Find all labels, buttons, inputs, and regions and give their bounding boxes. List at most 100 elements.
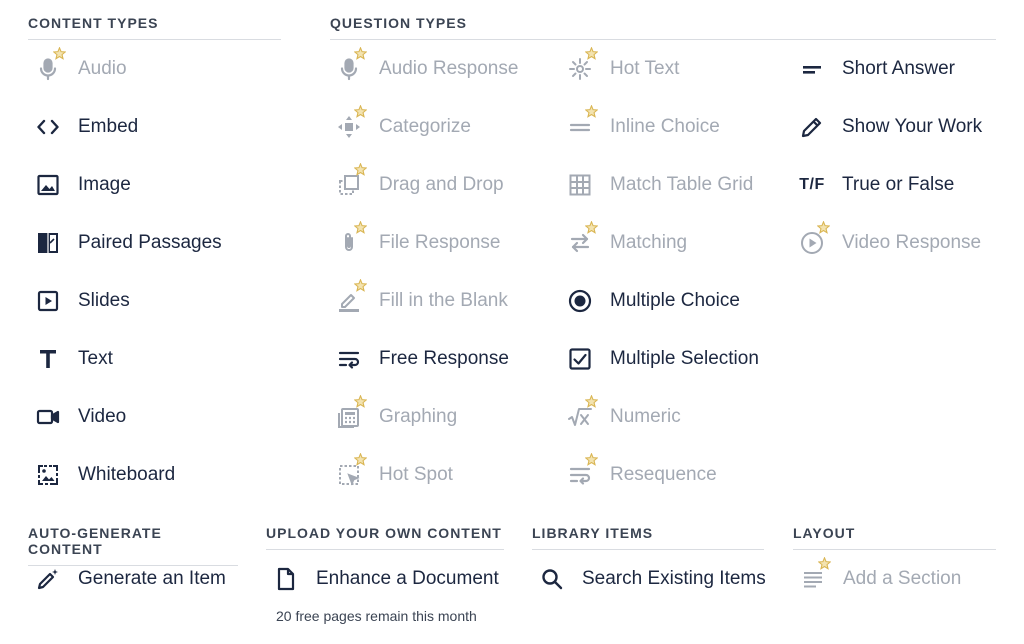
generate-item-button[interactable]: Generate an Item <box>35 563 226 595</box>
short-answer-icon <box>799 56 825 82</box>
grid-icon <box>567 172 593 198</box>
content-type-whiteboard[interactable]: Whiteboard <box>35 459 175 491</box>
question-type-label: Audio Response <box>379 58 519 79</box>
content-type-label: Image <box>78 174 131 195</box>
premium-star-icon <box>354 163 367 176</box>
paperclip-icon <box>336 221 367 256</box>
question-type-hot-spot[interactable]: Hot Spot <box>336 453 453 491</box>
question-type-hot-text[interactable]: Hot Text <box>567 47 680 85</box>
content-type-video[interactable]: Video <box>35 401 126 433</box>
premium-star-icon <box>354 105 367 118</box>
question-types-header: QUESTION TYPES <box>330 15 996 40</box>
image-icon <box>35 172 61 198</box>
question-type-numeric[interactable]: Numeric <box>567 395 681 433</box>
premium-star-icon <box>354 395 367 408</box>
question-type-inline-choice[interactable]: Inline Choice <box>567 105 720 143</box>
section-lines-icon <box>800 557 831 592</box>
question-type-label: File Response <box>379 232 501 253</box>
categorize-icon <box>336 105 367 140</box>
content-type-slides[interactable]: Slides <box>35 285 130 317</box>
content-type-label: Text <box>78 348 113 369</box>
calculator-icon <box>336 395 367 430</box>
question-type-label: Fill in the Blank <box>379 290 508 311</box>
question-type-label: Numeric <box>610 406 681 427</box>
premium-star-icon <box>354 279 367 292</box>
content-type-audio[interactable]: Audio <box>35 47 127 85</box>
microphone-icon <box>336 47 367 82</box>
true-false-icon: T/F <box>799 176 825 193</box>
hot-text-icon <box>567 47 598 82</box>
premium-star-icon <box>585 395 598 408</box>
premium-star-icon <box>585 453 598 466</box>
question-type-multiple-selection[interactable]: Multiple Selection <box>567 343 759 375</box>
premium-star-icon <box>53 47 66 60</box>
search-existing-items-label: Search Existing Items <box>582 568 766 589</box>
question-type-free-response[interactable]: Free Response <box>336 343 509 375</box>
question-type-multiple-choice[interactable]: Multiple Choice <box>567 285 740 317</box>
enhance-document-label: Enhance a Document <box>316 568 499 589</box>
question-type-label: Multiple Choice <box>610 290 740 311</box>
add-section-label: Add a Section <box>843 568 962 589</box>
content-type-embed[interactable]: Embed <box>35 111 138 143</box>
question-type-file-response[interactable]: File Response <box>336 221 501 259</box>
content-type-label: Whiteboard <box>78 464 176 485</box>
question-type-label: Video Response <box>842 232 982 253</box>
add-section-button[interactable]: Add a Section <box>800 557 962 595</box>
question-type-label: Match Table Grid <box>610 174 754 195</box>
question-type-label: Resequence <box>610 464 717 485</box>
inline-choice-icon <box>567 105 598 140</box>
question-type-audio-response[interactable]: Audio Response <box>336 47 519 85</box>
question-type-categorize[interactable]: Categorize <box>336 105 471 143</box>
question-type-show-your-work[interactable]: Show Your Work <box>799 111 982 143</box>
auto-generate-header: AUTO-GENERATE CONTENT <box>28 525 238 566</box>
question-type-short-answer[interactable]: Short Answer <box>799 53 955 85</box>
code-icon <box>35 114 61 140</box>
drag-drop-icon <box>336 163 367 198</box>
question-type-label: Matching <box>610 232 688 253</box>
question-type-label: Hot Text <box>610 58 680 79</box>
premium-star-icon <box>354 221 367 234</box>
content-types-header: CONTENT TYPES <box>28 15 281 40</box>
radio-button-icon <box>567 288 593 314</box>
question-type-graphing[interactable]: Graphing <box>336 395 457 433</box>
question-type-label: Categorize <box>379 116 471 137</box>
premium-star-icon <box>585 221 598 234</box>
whiteboard-icon <box>35 462 61 488</box>
paired-passages-icon <box>35 230 61 256</box>
content-type-label: Embed <box>78 116 139 137</box>
question-type-video-response[interactable]: Video Response <box>799 221 982 259</box>
layout-header: LAYOUT <box>793 525 996 550</box>
question-type-resequence[interactable]: Resequence <box>567 453 717 491</box>
content-type-label: Video <box>78 406 127 427</box>
premium-star-icon <box>818 557 831 570</box>
content-type-paired-passages[interactable]: Paired Passages <box>35 227 222 259</box>
magic-wand-icon <box>35 566 61 592</box>
premium-star-icon <box>585 105 598 118</box>
microphone-icon <box>35 47 66 82</box>
search-existing-items-button[interactable]: Search Existing Items <box>539 563 766 595</box>
enhance-document-button[interactable]: Enhance a Document <box>273 563 499 595</box>
question-type-matching[interactable]: Matching <box>567 221 688 259</box>
hot-spot-icon <box>336 453 367 488</box>
question-type-label: Hot Spot <box>379 464 453 485</box>
content-type-label: Paired Passages <box>78 232 222 253</box>
pencil-icon <box>799 114 825 140</box>
question-type-drag-and-drop[interactable]: Drag and Drop <box>336 163 504 201</box>
fill-blank-icon <box>336 279 367 314</box>
resequence-icon <box>567 453 598 488</box>
question-type-label: Inline Choice <box>610 116 720 137</box>
question-type-true-or-false[interactable]: T/F True or False <box>799 169 954 201</box>
question-type-label: Drag and Drop <box>379 174 504 195</box>
content-type-label: Audio <box>78 58 127 79</box>
square-root-icon <box>567 395 598 430</box>
premium-star-icon <box>817 221 830 234</box>
slides-icon <box>35 288 61 314</box>
question-type-label: Show Your Work <box>842 116 983 137</box>
content-type-label: Slides <box>78 290 130 311</box>
question-type-match-table-grid[interactable]: Match Table Grid <box>567 169 753 201</box>
swap-arrows-icon <box>567 221 598 256</box>
content-type-text[interactable]: Text <box>35 343 113 375</box>
content-type-image[interactable]: Image <box>35 169 131 201</box>
question-type-fill-in-the-blank[interactable]: Fill in the Blank <box>336 279 508 317</box>
question-type-label: True or False <box>842 174 955 195</box>
